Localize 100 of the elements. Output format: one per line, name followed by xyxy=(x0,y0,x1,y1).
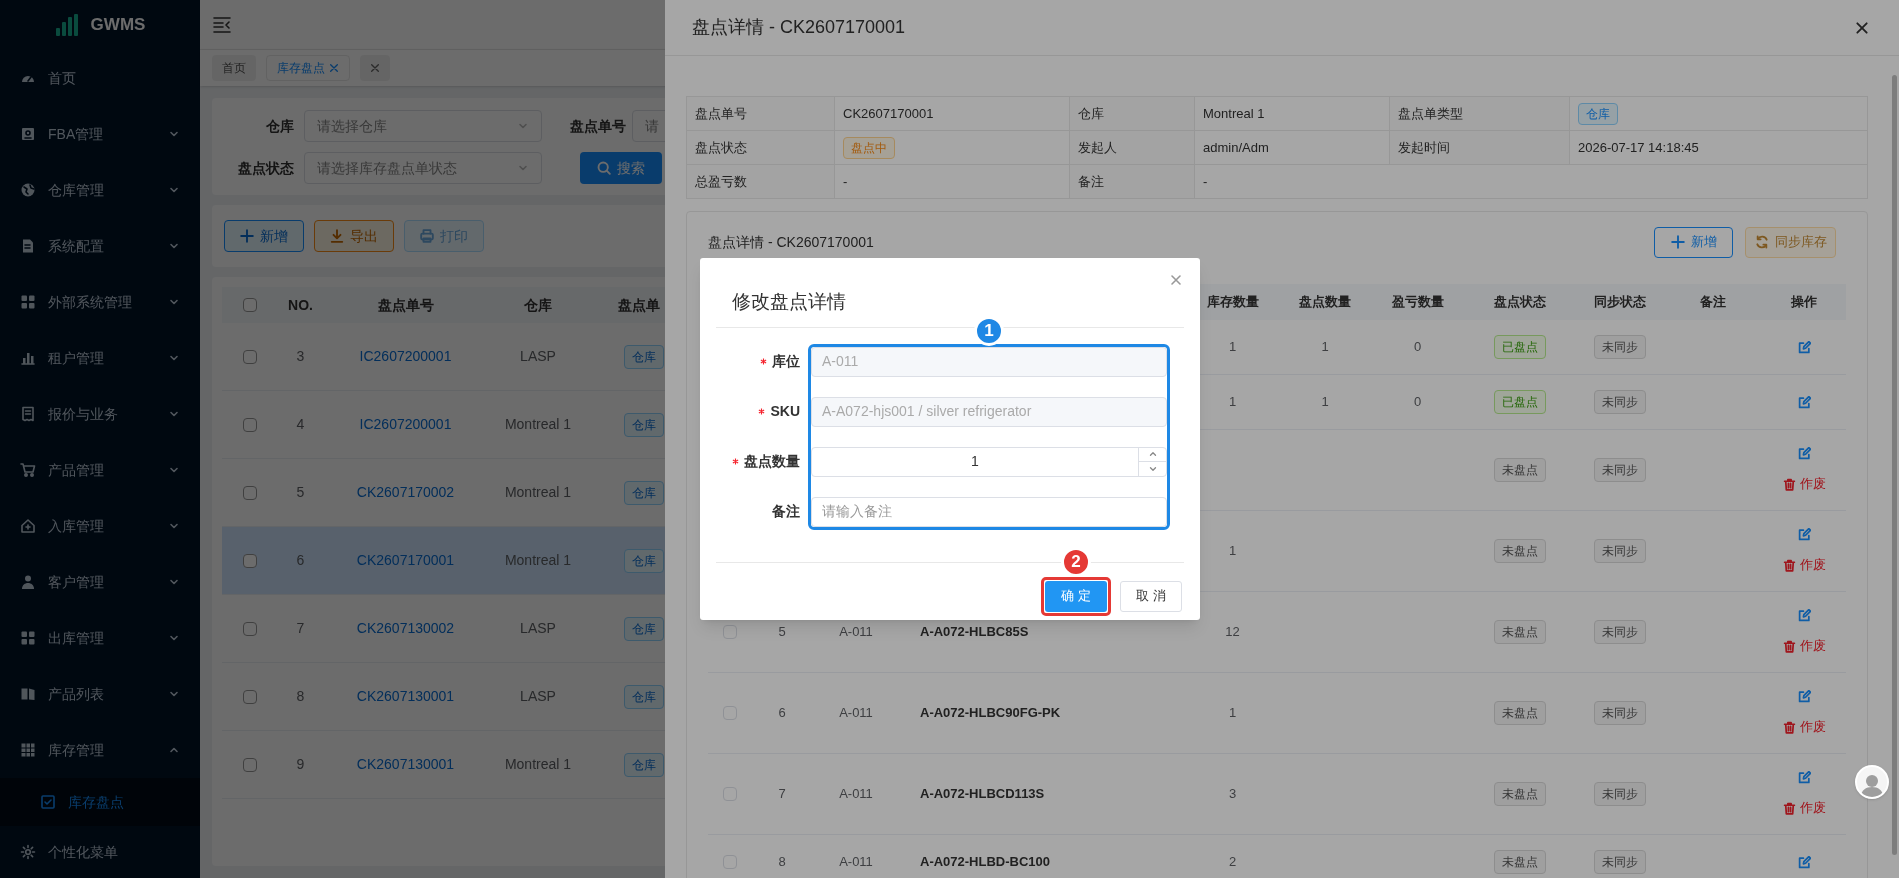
settings-icon xyxy=(20,844,36,860)
checkbox[interactable] xyxy=(243,485,257,500)
table-cell: 0 xyxy=(1413,339,1422,355)
table-cell: 2 xyxy=(1228,854,1237,870)
sidebar-item[interactable]: 出库管理 xyxy=(0,610,200,666)
checkbox[interactable] xyxy=(243,757,257,772)
details-value: CK2607170001 xyxy=(843,104,934,123)
bar-chart-icon xyxy=(20,350,36,366)
table-cell: 5 xyxy=(778,624,786,640)
sidebar-item[interactable]: 产品管理 xyxy=(0,442,200,498)
export-button[interactable]: 导出 xyxy=(314,220,394,252)
field-label: 仓库 xyxy=(265,116,294,136)
sidebar-item[interactable]: 租户管理 xyxy=(0,330,200,386)
input-field[interactable]: 请输入备注 xyxy=(811,496,1167,527)
column-header: NO. xyxy=(287,295,314,315)
close-icon[interactable] xyxy=(329,63,339,73)
table-cell-text: Montreal 1 xyxy=(503,755,573,774)
sidebar-item[interactable]: 个性化菜单 xyxy=(0,826,200,878)
edit-button[interactable] xyxy=(1797,770,1811,785)
sidebar-subitem[interactable]: 库存盘点 xyxy=(0,778,200,826)
order-link[interactable]: CK2607130001 xyxy=(356,688,455,704)
checkbox[interactable] xyxy=(243,689,257,704)
sidebar-item[interactable]: 系统配置 xyxy=(0,218,200,274)
sidebar-item[interactable]: 客户管理 xyxy=(0,554,200,610)
void-button[interactable]: 作废 xyxy=(1782,474,1826,494)
status-tag: 仓库 xyxy=(1578,102,1618,125)
add-button[interactable]: 新增 xyxy=(1654,226,1733,258)
sidebar-item[interactable]: 外部系统管理 xyxy=(0,274,200,330)
status-tag: 未盘点 xyxy=(1494,701,1546,725)
cart-icon xyxy=(20,462,36,478)
trash-icon xyxy=(1782,801,1796,815)
sidebar-item[interactable]: 产品列表 xyxy=(0,666,200,722)
close-icon xyxy=(1170,274,1182,286)
number-field[interactable]: 1 xyxy=(811,446,1167,477)
details-value: 2026-07-17 14:18:45 xyxy=(1578,138,1699,157)
table-cell: 1 xyxy=(1228,339,1237,355)
edit-button[interactable] xyxy=(1797,446,1811,461)
edit-button[interactable] xyxy=(1797,689,1811,704)
order-link[interactable]: CK2607170002 xyxy=(356,484,455,500)
checkbox[interactable] xyxy=(243,621,257,636)
plus-icon xyxy=(240,229,254,243)
status-tag: 未同步 xyxy=(1594,458,1646,482)
checkbox[interactable] xyxy=(243,298,257,312)
checkbox-icon xyxy=(40,794,56,810)
table-cell-text: 4 xyxy=(295,415,306,434)
details-value: - xyxy=(1203,172,1208,191)
sidebar-item[interactable]: 报价与业务 xyxy=(0,386,200,442)
edit-button[interactable] xyxy=(1797,855,1811,869)
card-title: 盘点详情 - CK2607170001 xyxy=(708,232,874,252)
table-cell-text: 5 xyxy=(295,483,306,502)
table-cell: 0 xyxy=(1413,394,1422,410)
table-cell: A-011 xyxy=(839,705,873,721)
sidebar-item[interactable]: 仓库管理 xyxy=(0,162,200,218)
edit-button[interactable] xyxy=(1797,527,1811,542)
type-tag: 仓库 xyxy=(624,480,664,505)
void-button[interactable]: 作废 xyxy=(1782,717,1826,737)
table-cell-text: LASP xyxy=(519,347,557,366)
table-cell: 7 xyxy=(778,786,786,802)
table-cell: A-011 xyxy=(839,854,873,870)
page-tab[interactable]: 首页 xyxy=(212,55,256,81)
void-button[interactable]: 作废 xyxy=(1782,555,1826,575)
details-label: 发起时间 xyxy=(1390,131,1570,165)
scrollbar[interactable] xyxy=(1892,75,1897,855)
order-link[interactable]: IC2607200001 xyxy=(359,348,452,364)
cancel-button[interactable]: 取 消 xyxy=(1120,580,1182,612)
table-cell: 1 xyxy=(1228,394,1237,410)
page-tab[interactable]: 库存盘点 xyxy=(266,55,350,81)
void-button[interactable]: 作废 xyxy=(1782,636,1826,656)
trash-icon xyxy=(1782,639,1796,653)
order-link[interactable]: CK2607130001 xyxy=(356,756,455,772)
field-label: 盘点状态 xyxy=(237,158,294,178)
confirm-button[interactable]: 确 定 xyxy=(1045,580,1107,612)
sidebar-item[interactable]: FBA管理 xyxy=(0,106,200,162)
id-card-icon xyxy=(20,126,36,142)
status-tag: 已盘点 xyxy=(1494,335,1546,359)
close-all-tabs-button[interactable] xyxy=(360,55,390,81)
search-button[interactable]: 搜索 xyxy=(580,152,662,184)
order-link[interactable]: CK2607130002 xyxy=(356,620,455,636)
details-value: Montreal 1 xyxy=(1203,104,1265,123)
checkbox[interactable] xyxy=(243,349,257,364)
checkbox[interactable] xyxy=(243,417,257,432)
table-cell-text: Montreal 1 xyxy=(503,415,573,434)
void-button[interactable]: 作废 xyxy=(1782,798,1826,818)
add-button[interactable]: 新增 xyxy=(224,220,304,252)
sidebar-item[interactable]: 库存管理 xyxy=(0,722,200,778)
menu-icon[interactable] xyxy=(212,15,232,34)
field-label: 盘点数量 xyxy=(744,452,800,471)
receipt-icon xyxy=(20,406,36,422)
checkbox[interactable] xyxy=(243,553,257,568)
order-link[interactable]: IC2607200001 xyxy=(359,416,452,432)
edit-button[interactable] xyxy=(1797,608,1811,623)
sidebar-item[interactable]: 入库管理 xyxy=(0,498,200,554)
sidebar-item[interactable]: 首页 xyxy=(0,50,200,106)
field-label: 备注 xyxy=(772,502,800,521)
printer-icon xyxy=(420,229,434,243)
edit-button[interactable] xyxy=(1797,340,1811,354)
document-icon xyxy=(20,238,36,254)
edit-button[interactable] xyxy=(1797,395,1811,409)
order-link[interactable]: CK2607170001 xyxy=(356,552,455,568)
details-label: 仓库 xyxy=(1070,97,1195,131)
